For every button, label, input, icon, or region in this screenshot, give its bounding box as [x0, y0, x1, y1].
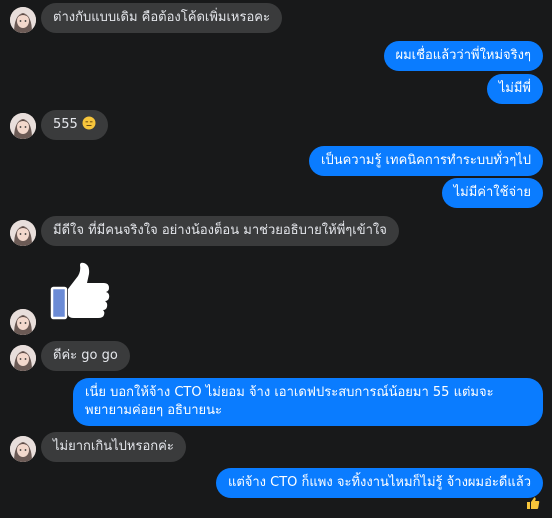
message-outgoing[interactable]: เนี่ย บอกให้จ้าง CTO ไม่ยอม จ้าง เอาเดฟป… — [73, 378, 543, 426]
thumbs-up-icon[interactable] — [48, 262, 114, 320]
message-text: 555 — [53, 117, 78, 132]
message-incoming[interactable]: ไม่ยากเกินไปหรอกค่ะ — [41, 432, 186, 462]
message-outgoing[interactable]: แต่จ้าง CTO ก็แพง จะทิ้งงานไหมก็ไม่รู้ จ… — [215, 468, 543, 498]
message-incoming[interactable]: มีดีใจ ที่มีคนจริงใจ อย่างน้องต็อน มาช่ว… — [41, 216, 399, 246]
message-outgoing[interactable]: เป็นความรู้ เทคนิคการทำระบบทั่วๆไป — [309, 146, 543, 176]
user-avatar-icon — [10, 345, 36, 371]
user-avatar-icon — [10, 220, 36, 246]
user-avatar-icon — [10, 113, 36, 139]
user-avatar-icon — [10, 436, 36, 462]
thumbs-up-icon — [527, 497, 540, 509]
user-avatar-icon — [10, 309, 36, 335]
avatar[interactable] — [10, 7, 36, 33]
message-outgoing[interactable]: ไม่มีพี่ — [486, 74, 543, 104]
avatar[interactable] — [10, 113, 36, 139]
avatar[interactable] — [10, 309, 36, 335]
user-avatar-icon — [10, 7, 36, 33]
avatar[interactable] — [10, 345, 36, 371]
avatar[interactable] — [10, 436, 36, 462]
chat-thread: ต่างกับแบบเดิม คือต้องโค้ดเพิ่มเหรอคะ ผม… — [0, 0, 552, 518]
avatar[interactable] — [10, 220, 36, 246]
expressionless-face-icon — [82, 116, 96, 130]
message-outgoing[interactable]: ไม่มีค่าใช้จ่าย — [441, 178, 543, 208]
message-incoming[interactable]: 555 — [41, 110, 108, 140]
message-incoming[interactable]: ต่างกับแบบเดิม คือต้องโค้ดเพิ่มเหรอคะ — [41, 3, 282, 33]
message-outgoing[interactable]: ผมเชื่อแล้วว่าพี่ใหม่จริงๆ — [383, 41, 543, 71]
message-incoming[interactable]: ดีค่ะ go go — [41, 341, 130, 371]
